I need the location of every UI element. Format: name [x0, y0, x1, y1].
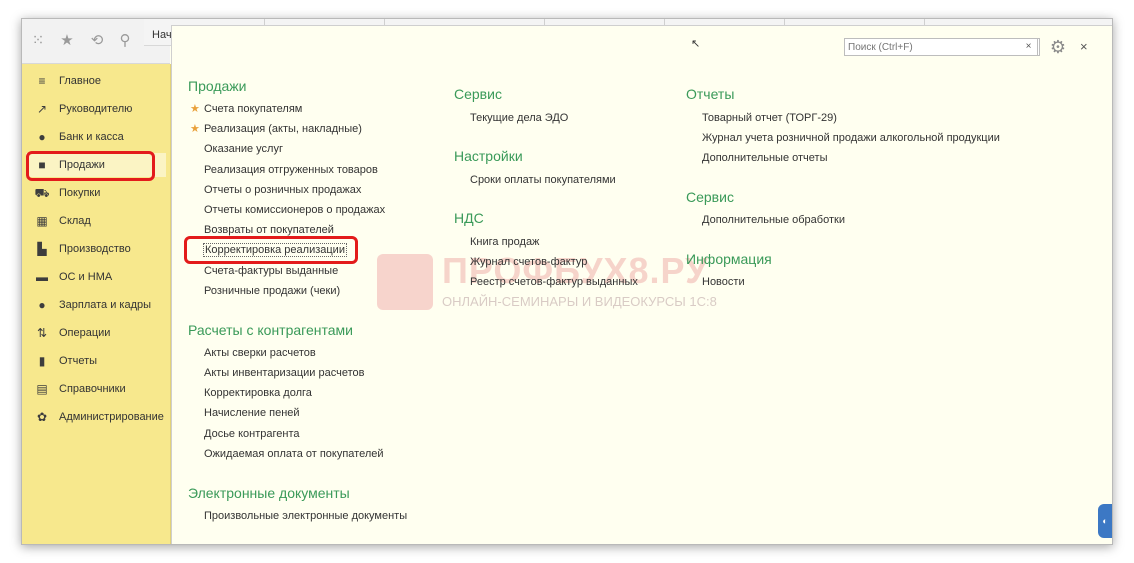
truck-icon: ▬	[36, 270, 48, 284]
sidebar-item-directories[interactable]: ▤ Справочники	[26, 377, 166, 401]
app-window: ⁙ ★ ⟲ ⚲ Нач ≡ Главное ↗ Руководителю ● Б…	[21, 18, 1113, 545]
coin-icon: ●	[38, 130, 46, 144]
favorite-star-icon: ★	[190, 123, 200, 135]
search-clear-button[interactable]: ×	[1020, 38, 1038, 56]
sidebar-item-label: Администрирование	[59, 411, 164, 423]
book-icon: ▤	[36, 382, 48, 396]
link-retail-sales[interactable]: Розничные продажи (чеки)	[204, 285, 340, 297]
link-alcohol-journal[interactable]: Журнал учета розничной продажи алкогольн…	[702, 132, 1000, 144]
link-invoice-register[interactable]: Реестр счетов-фактур выданных	[470, 276, 638, 288]
sidebar-item-label: Отчеты	[59, 355, 98, 367]
watermark-logo	[377, 254, 433, 310]
sidebar-item-operations[interactable]: ⇅ Операции	[26, 321, 166, 345]
section-heading-service: Сервис	[454, 86, 502, 102]
sidebar-item-purchases[interactable]: ⛟ Покупки	[26, 181, 166, 205]
section-heading-edocs: Электронные документы	[188, 485, 350, 501]
sidebar-item-label: Производство	[59, 243, 131, 255]
sidebar-item-label: Склад	[59, 215, 91, 227]
watermark-subtitle: ОНЛАЙН-СЕМИНАРЫ И ВИДЕОКУРСЫ 1С:8	[442, 294, 717, 309]
link-shipped-goods[interactable]: Реализация отгруженных товаров	[204, 164, 378, 176]
sidebar-item-label: Покупки	[59, 187, 101, 199]
section-heading-info: Информация	[686, 251, 772, 267]
close-button[interactable]: ×	[1080, 39, 1088, 54]
link-sales-acts[interactable]: Реализация (акты, накладные)	[204, 123, 362, 135]
link-debt-correction[interactable]: Корректировка долга	[204, 387, 312, 399]
section-heading-settings: Настройки	[454, 148, 523, 164]
sidebar-item-label: Операции	[59, 327, 111, 339]
operations-icon: ⇅	[36, 326, 48, 340]
link-counterparty-dossier[interactable]: Досье контрагента	[204, 428, 300, 440]
section-heading-vat: НДС	[454, 210, 484, 226]
sidebar-item-label: ОС и НМА	[59, 271, 113, 283]
section-heading-reports: Отчеты	[686, 86, 735, 102]
section-heading-sales: Продажи	[188, 78, 247, 94]
link-news[interactable]: Новости	[702, 276, 745, 288]
link-customer-invoices[interactable]: Счета покупателям	[204, 103, 302, 115]
sidebar-item-administration[interactable]: ✿ Администрирование	[26, 405, 166, 429]
section-heading-service-2: Сервис	[686, 189, 734, 205]
link-expected-payment[interactable]: Ожидаемая оплата от покупателей	[204, 448, 384, 460]
sidebar-item-label: Банк и касса	[59, 131, 124, 143]
menu-icon: ≡	[38, 74, 46, 88]
person-icon: ●	[38, 298, 46, 312]
sidebar-item-salary[interactable]: ● Зарплата и кадры	[26, 293, 166, 317]
cart-icon: ⛟	[34, 186, 50, 200]
sidebar-item-bank[interactable]: ● Банк и касса	[26, 125, 166, 149]
section-panel: × ⚙ × ПРОФБУХ8.РУ ОНЛАЙН-СЕМИНАРЫ И ВИДЕ…	[171, 25, 1112, 544]
link-sales-book[interactable]: Книга продаж	[470, 236, 539, 248]
sidebar-item-main[interactable]: ≡ Главное	[26, 69, 166, 93]
sections-sidebar: ≡ Главное ↗ Руководителю ● Банк и касса …	[22, 64, 171, 544]
tab-start-page[interactable]: Нач	[152, 29, 172, 41]
chat-widget-icon[interactable]: ◐	[1098, 504, 1112, 538]
bar-chart-icon: ▮	[38, 354, 46, 368]
link-issued-invoices[interactable]: Счета-фактуры выданные	[204, 265, 338, 277]
link-reconciliation-acts[interactable]: Акты сверки расчетов	[204, 347, 316, 359]
highlight-box-sales	[26, 151, 155, 181]
chart-line-icon: ↗	[36, 102, 48, 116]
history-icon[interactable]: ⟲	[88, 32, 106, 50]
link-edo-tasks[interactable]: Текущие дела ЭДО	[470, 112, 568, 124]
favorites-star-icon[interactable]: ★	[58, 32, 76, 50]
apps-grid-icon[interactable]: ⁙	[29, 32, 47, 50]
sidebar-item-manager[interactable]: ↗ Руководителю	[26, 97, 166, 121]
settings-gear-icon[interactable]: ⚙	[1046, 36, 1070, 58]
highlight-box-correction	[184, 236, 358, 264]
link-additional-reports[interactable]: Дополнительные отчеты	[702, 152, 827, 164]
link-payment-terms[interactable]: Сроки оплаты покупателями	[470, 174, 616, 186]
warehouse-icon: ▦	[36, 214, 48, 228]
link-invoice-journal[interactable]: Журнал счетов-фактур	[470, 256, 587, 268]
gear-icon: ✿	[36, 410, 48, 424]
favorite-star-icon: ★	[190, 103, 200, 115]
link-commission-reports[interactable]: Отчеты комиссионеров о продажах	[204, 204, 385, 216]
link-services[interactable]: Оказание услуг	[204, 143, 283, 155]
link-retail-reports[interactable]: Отчеты о розничных продажах	[204, 184, 361, 196]
sidebar-item-production[interactable]: ▙ Производство	[26, 237, 166, 261]
sidebar-item-reports[interactable]: ▮ Отчеты	[26, 349, 166, 373]
link-penalties[interactable]: Начисление пеней	[204, 407, 300, 419]
link-customer-returns[interactable]: Возвраты от покупателей	[204, 224, 334, 236]
sidebar-item-fixed-assets[interactable]: ▬ ОС и НМА	[26, 265, 166, 289]
search-icon[interactable]: ⚲	[116, 32, 134, 50]
link-torg29-report[interactable]: Товарный отчет (ТОРГ-29)	[702, 112, 837, 124]
factory-icon: ▙	[37, 242, 47, 256]
sidebar-item-label: Зарплата и кадры	[59, 299, 152, 311]
sidebar-item-label: Справочники	[59, 383, 126, 395]
mouse-cursor-icon: ↖	[691, 38, 701, 50]
link-additional-processing[interactable]: Дополнительные обработки	[702, 214, 845, 226]
section-heading-settlements: Расчеты с контрагентами	[188, 322, 353, 338]
sidebar-item-label: Главное	[59, 75, 102, 87]
link-custom-edocs[interactable]: Произвольные электронные документы	[204, 510, 407, 522]
link-inventory-acts[interactable]: Акты инвентаризации расчетов	[204, 367, 364, 379]
sidebar-item-label: Руководителю	[59, 103, 133, 115]
search-input[interactable]	[844, 38, 1040, 56]
sidebar-item-warehouse[interactable]: ▦ Склад	[26, 209, 166, 233]
